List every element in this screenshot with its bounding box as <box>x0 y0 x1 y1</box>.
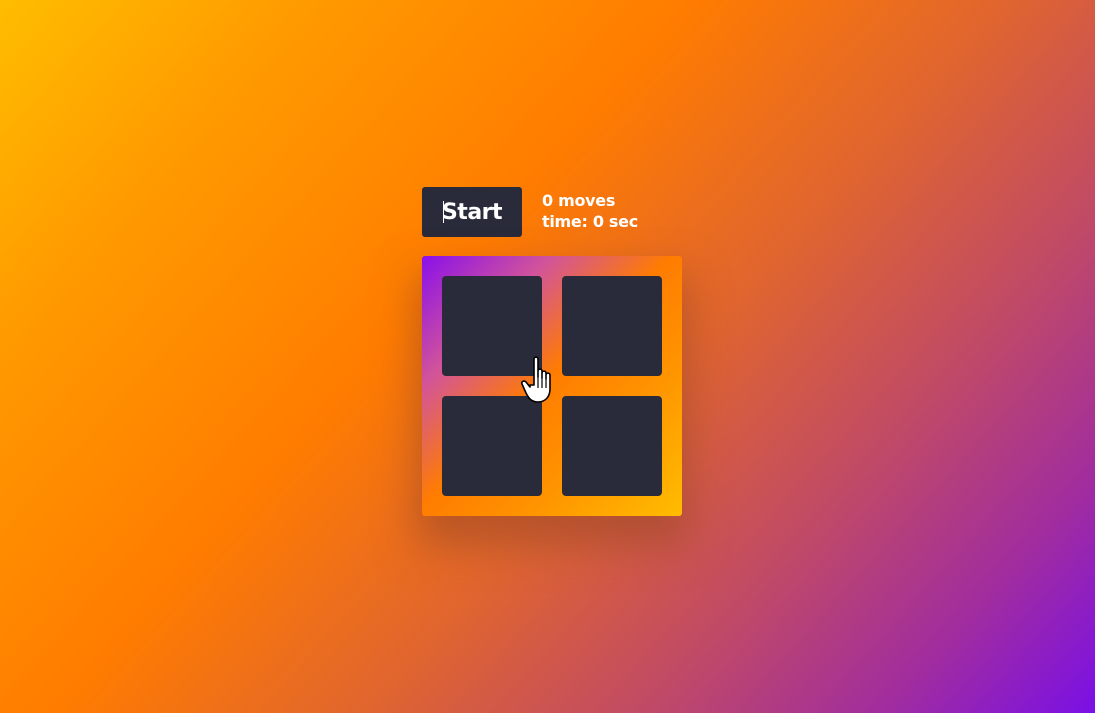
start-button-label: Start <box>441 199 503 225</box>
controls-bar: Start 0 moves time: 0 sec <box>422 187 682 237</box>
game-container: Start 0 moves time: 0 sec <box>422 187 682 516</box>
card[interactable] <box>442 396 542 496</box>
card[interactable] <box>562 396 662 496</box>
card[interactable] <box>562 276 662 376</box>
card[interactable] <box>442 276 542 376</box>
start-button[interactable]: Start <box>422 187 522 237</box>
text-caret <box>443 201 444 223</box>
moves-counter: 0 moves <box>542 191 616 210</box>
game-board <box>422 256 682 516</box>
stats: 0 moves time: 0 sec <box>542 190 638 232</box>
timer: time: 0 sec <box>542 212 638 231</box>
game-page: { "controls": { "start_label": "Start", … <box>0 0 1095 713</box>
